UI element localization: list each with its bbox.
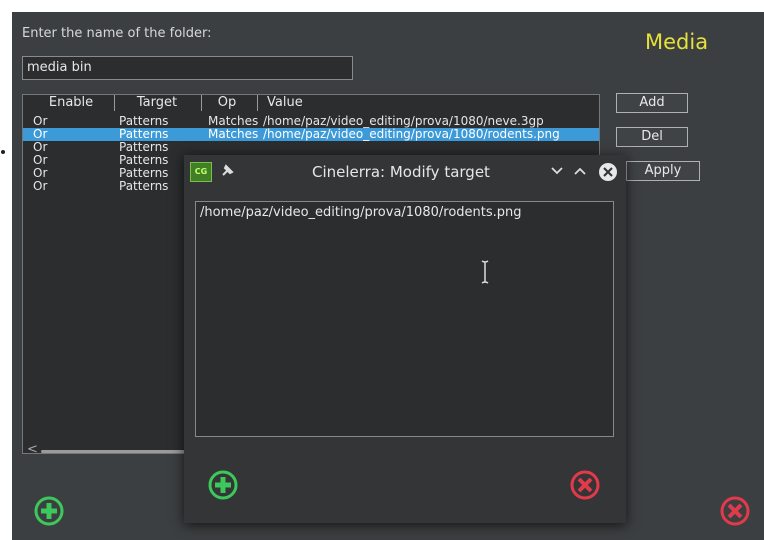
apply-button[interactable]: Apply <box>626 161 700 181</box>
text-cursor-icon <box>481 260 489 284</box>
row-enable: Or <box>33 180 48 193</box>
column-value[interactable]: Value <box>267 95 303 111</box>
column-op[interactable]: Op <box>205 95 249 111</box>
media-title: Media <box>645 30 709 54</box>
close-circle-icon[interactable] <box>598 162 618 182</box>
list-header: Enable Target Op Value <box>23 95 599 111</box>
modify-target-dialog: CG Cinelerra: Modify target /home/paz/vi… <box>184 155 626 523</box>
target-value-textarea[interactable]: /home/paz/video_editing/prova/1080/roden… <box>195 201 614 437</box>
horizontal-scrollbar[interactable] <box>41 450 196 453</box>
row-enable: Or <box>33 167 48 180</box>
dialog-title: Cinelerra: Modify target <box>312 163 490 181</box>
plus-circle-icon[interactable] <box>206 468 240 502</box>
chevron-down-icon[interactable] <box>550 165 564 177</box>
list-row-3[interactable]: Or Patterns <box>23 141 599 154</box>
add-button[interactable]: Add <box>616 93 688 113</box>
plus-circle-icon[interactable] <box>32 494 66 528</box>
row-enable: Or <box>33 115 48 128</box>
row-target: Patterns <box>119 141 169 154</box>
stray-dot <box>1 150 5 154</box>
x-circle-icon[interactable] <box>568 468 602 502</box>
row-enable: Or <box>33 128 48 141</box>
row-target: Patterns <box>119 115 169 128</box>
chevron-up-icon[interactable] <box>573 165 587 177</box>
scroll-left-arrow[interactable]: < <box>27 443 38 453</box>
row-op: Matches <box>208 128 259 141</box>
column-target[interactable]: Target <box>117 95 197 111</box>
x-circle-icon[interactable] <box>718 494 752 528</box>
folder-name-prompt: Enter the name of the folder: <box>22 26 212 41</box>
list-row-1[interactable]: Or Patterns Matches /home/paz/video_edit… <box>23 115 599 128</box>
row-op: Matches <box>208 115 259 128</box>
row-value: /home/paz/video_editing/prova/1080/roden… <box>263 128 560 141</box>
list-row-2[interactable]: Or Patterns Matches /home/paz/video_edit… <box>23 128 599 141</box>
column-enable[interactable]: Enable <box>31 95 111 111</box>
row-enable: Or <box>33 154 48 167</box>
app-icon: CG <box>190 162 212 182</box>
del-button[interactable]: Del <box>616 127 688 147</box>
row-enable: Or <box>33 141 48 154</box>
row-value: /home/paz/video_editing/prova/1080/neve.… <box>263 115 544 128</box>
row-target: Patterns <box>119 128 169 141</box>
pin-icon[interactable] <box>220 164 234 178</box>
folder-name-input[interactable]: media bin <box>22 56 353 80</box>
